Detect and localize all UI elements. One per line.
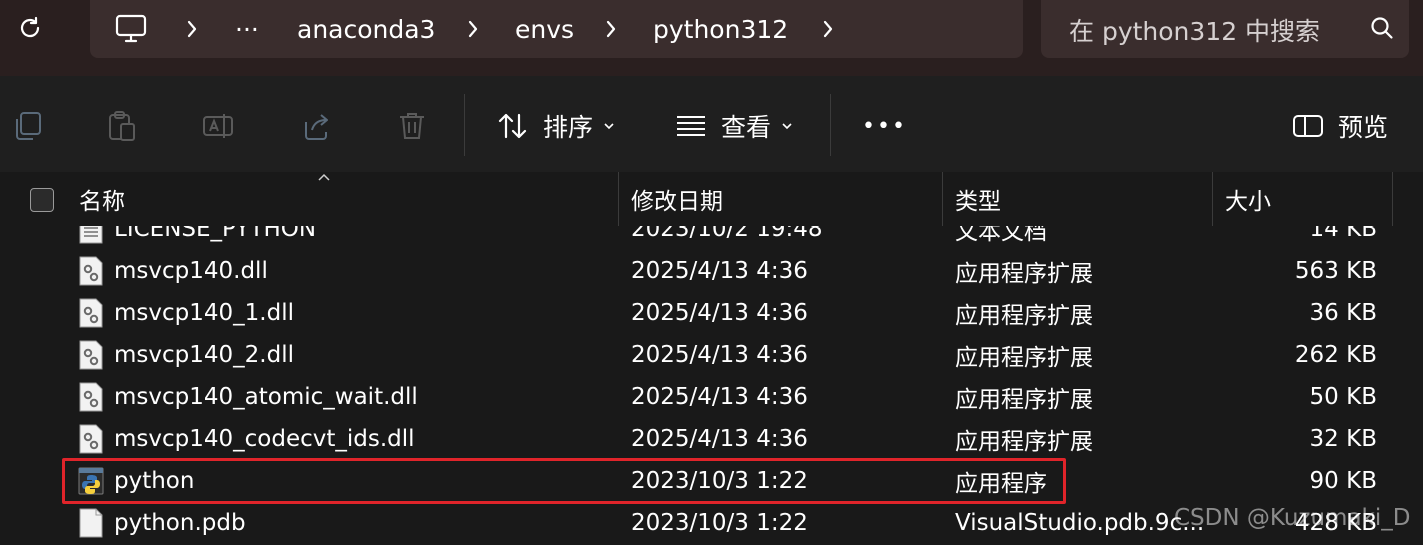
file-modified: 2025/4/13 4:36: [631, 258, 808, 284]
refresh-icon: [20, 16, 40, 38]
file-modified: 2023/10/3 1:22: [631, 510, 808, 536]
file-type: VisualStudio.pdb.9c...: [955, 510, 1205, 536]
paste-icon[interactable]: [106, 110, 138, 142]
watermark: CSDN @Kuzumaki_D: [1174, 505, 1411, 531]
highlight-box: [62, 458, 1066, 504]
dll-file-icon: [79, 340, 103, 370]
file-type: 应用程序扩展: [955, 429, 1093, 455]
breadcrumb-python312[interactable]: python312: [653, 0, 788, 58]
file-type: 应用程序扩展: [955, 387, 1093, 413]
file-row[interactable]: msvcp140_atomic_wait.dll 2025/4/13 4:36 …: [0, 376, 1423, 418]
column-header: 名称 修改日期 类型 大小: [0, 172, 1423, 226]
search-icon[interactable]: [1369, 15, 1395, 41]
blank-file-icon: [79, 508, 103, 538]
file-size: 32 KB: [1309, 426, 1377, 452]
file-name: python.pdb: [114, 510, 246, 536]
file-row[interactable]: msvcp140.dll 2025/4/13 4:36 应用程序扩展 563 K…: [0, 250, 1423, 292]
breadcrumb-anaconda3[interactable]: anaconda3: [297, 0, 435, 58]
select-all-checkbox[interactable]: [30, 188, 54, 212]
view-label: 查看: [721, 113, 772, 142]
column-divider[interactable]: [942, 172, 943, 226]
chevron-down-icon: [604, 123, 614, 130]
file-name: msvcp140_2.dll: [114, 342, 294, 368]
file-size: 50 KB: [1309, 384, 1377, 410]
column-divider[interactable]: [1392, 172, 1393, 226]
file-modified: 2025/4/13 4:36: [631, 300, 808, 326]
toolbar-divider: [830, 94, 831, 156]
view-button[interactable]: 查看: [675, 106, 807, 146]
chevron-down-icon: [782, 123, 792, 130]
delete-icon[interactable]: [396, 110, 428, 142]
refresh-button[interactable]: [12, 10, 48, 46]
breadcrumb-separator-icon[interactable]: [467, 0, 479, 58]
preview-pane-icon: [1293, 115, 1323, 137]
column-divider[interactable]: [618, 172, 619, 226]
column-modified[interactable]: 修改日期: [631, 172, 723, 226]
file-name: msvcp140_1.dll: [114, 300, 294, 326]
breadcrumb-separator-icon[interactable]: [186, 0, 198, 58]
file-modified: 2025/4/13 4:36: [631, 384, 808, 410]
column-type[interactable]: 类型: [955, 172, 1001, 226]
sort-icon: [498, 113, 527, 139]
search-placeholder[interactable]: 在 python312 中搜索: [1069, 12, 1337, 48]
file-size: 90 KB: [1309, 468, 1377, 494]
file-type: 应用程序扩展: [955, 303, 1093, 329]
dll-file-icon: [79, 256, 103, 286]
breadcrumb-overflow[interactable]: ···: [235, 0, 259, 58]
sort-button[interactable]: 排序: [497, 106, 629, 146]
file-modified: 2025/4/13 4:36: [631, 342, 808, 368]
file-size: 262 KB: [1294, 342, 1377, 368]
copy-icon[interactable]: [12, 110, 44, 142]
file-name: msvcp140_codecvt_ids.dll: [114, 426, 415, 452]
column-size[interactable]: 大小: [1225, 172, 1271, 226]
file-row[interactable]: msvcp140_1.dll 2025/4/13 4:36 应用程序扩展 36 …: [0, 292, 1423, 334]
dll-file-icon: [79, 382, 103, 412]
breadcrumb-separator-icon[interactable]: [822, 0, 834, 58]
file-size: 563 KB: [1294, 258, 1377, 284]
column-name[interactable]: 名称: [79, 172, 125, 226]
toolbar-divider: [464, 94, 465, 156]
breadcrumb-envs[interactable]: envs: [515, 0, 574, 58]
sort-ascending-caret-icon: [318, 173, 330, 181]
file-modified: 2025/4/13 4:36: [631, 426, 808, 452]
title-bar: ··· anaconda3 envs python312 在 python312…: [0, 0, 1423, 76]
view-list-icon: [677, 116, 705, 136]
file-type: 应用程序扩展: [955, 261, 1093, 287]
file-name: msvcp140.dll: [114, 258, 268, 284]
file-size: 36 KB: [1309, 300, 1377, 326]
this-pc-button[interactable]: [115, 0, 147, 58]
dll-file-icon: [79, 424, 103, 454]
search-box[interactable]: 在 python312 中搜索: [1041, 0, 1409, 58]
breadcrumb-separator-icon[interactable]: [605, 0, 617, 58]
rename-icon[interactable]: [202, 110, 234, 142]
monitor-icon: [115, 14, 147, 43]
preview-label: 预览: [1338, 113, 1389, 142]
file-name: msvcp140_atomic_wait.dll: [114, 384, 418, 410]
address-bar[interactable]: ··· anaconda3 envs python312: [90, 0, 1023, 58]
share-icon[interactable]: [300, 110, 332, 142]
command-bar: 排序 查看 ••• 预览: [0, 76, 1423, 172]
preview-pane-button[interactable]: 预览: [1292, 106, 1388, 146]
dll-file-icon: [79, 298, 103, 328]
file-type: 应用程序扩展: [955, 345, 1093, 371]
more-options-button[interactable]: •••: [862, 106, 907, 146]
column-divider[interactable]: [1212, 172, 1213, 226]
sort-label: 排序: [543, 113, 594, 142]
file-row[interactable]: msvcp140_2.dll 2025/4/13 4:36 应用程序扩展 262…: [0, 334, 1423, 376]
file-row[interactable]: msvcp140_codecvt_ids.dll 2025/4/13 4:36 …: [0, 418, 1423, 460]
